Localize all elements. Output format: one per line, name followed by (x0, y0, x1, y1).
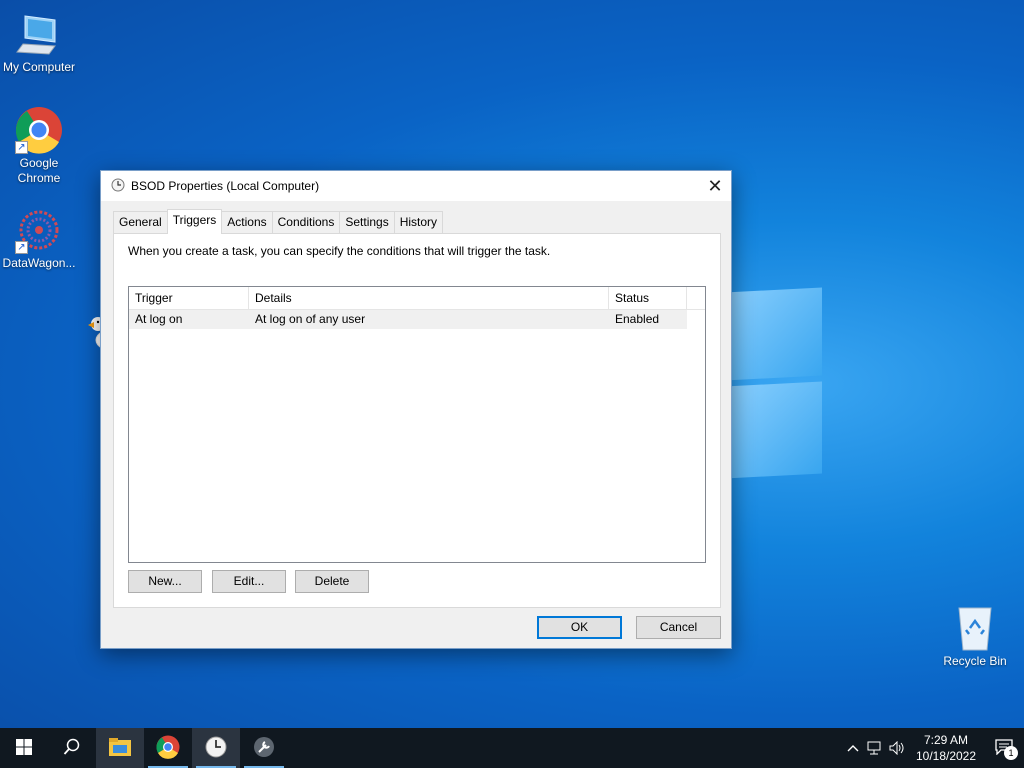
desktop-icon-label: DataWagon... (2, 256, 76, 270)
tab-actions[interactable]: Actions (221, 211, 273, 233)
computer-icon (15, 10, 63, 58)
cell-details: At log on of any user (255, 312, 366, 326)
clock-time: 7:29 AM (923, 733, 969, 747)
desktop-icon-datawagon[interactable]: ↗ DataWagon... (0, 206, 78, 271)
cell-status: Enabled (615, 312, 660, 326)
tab-history[interactable]: History (393, 211, 444, 233)
chevron-up-icon[interactable] (842, 728, 864, 768)
file-explorer-icon (108, 736, 132, 761)
column-header-status[interactable]: Status (609, 287, 687, 309)
delete-button[interactable]: Delete (295, 570, 369, 593)
close-button[interactable]: ✕ (699, 171, 731, 201)
desktop-icon-label: Recycle Bin (943, 654, 1007, 668)
clock-icon (111, 178, 125, 195)
triggers-list[interactable]: Trigger Details Status At log on At log … (128, 286, 706, 563)
list-row[interactable]: At log on At log on of any user Enabled (129, 310, 687, 329)
recycle-bin-icon (951, 604, 999, 652)
window-title: BSOD Properties (Local Computer) (131, 179, 320, 193)
task-properties-window: BSOD Properties (Local Computer) ✕ Gener… (100, 170, 732, 649)
notification-badge: 1 (1004, 746, 1018, 760)
volume-icon[interactable] (886, 728, 908, 768)
taskbar-file-explorer[interactable] (96, 728, 144, 768)
search-icon (63, 738, 81, 759)
tab-general[interactable]: General (113, 211, 168, 233)
triggers-panel: When you create a task, you can specify … (113, 233, 721, 608)
tab-strip: General Triggers Actions Conditions Sett… (113, 209, 444, 234)
task-scheduler-icon (204, 735, 228, 762)
desktop-icon-recycle-bin[interactable]: Recycle Bin (936, 604, 1014, 669)
column-header-trigger[interactable]: Trigger (129, 287, 249, 309)
tools-icon (252, 735, 276, 762)
column-header-details[interactable]: Details (249, 287, 609, 309)
tab-conditions[interactable]: Conditions (271, 211, 341, 233)
ok-button[interactable]: OK (537, 616, 622, 639)
taskbar: 7:29 AM 10/18/2022 1 (0, 728, 1024, 768)
close-icon: ✕ (707, 175, 723, 196)
cell-trigger: At log on (135, 312, 183, 326)
shortcut-arrow-icon: ↗ (15, 141, 28, 154)
chrome-icon: ↗ (15, 106, 63, 154)
chrome-icon (156, 735, 180, 762)
clock-date: 10/18/2022 (915, 749, 977, 763)
taskbar-clock[interactable]: 7:29 AM 10/18/2022 (908, 732, 984, 764)
triggers-description: When you create a task, you can specify … (128, 244, 551, 258)
network-icon[interactable] (864, 728, 886, 768)
desktop-icon-my-computer[interactable]: My Computer (0, 10, 78, 75)
desktop-icon-label: My Computer (2, 60, 76, 74)
tab-settings[interactable]: Settings (339, 211, 395, 233)
notification-center-button[interactable]: 1 (984, 728, 1024, 768)
tab-triggers[interactable]: Triggers (166, 209, 223, 234)
title-bar[interactable]: BSOD Properties (Local Computer) ✕ (101, 171, 731, 201)
system-tray: 7:29 AM 10/18/2022 1 (842, 728, 1024, 768)
list-header: Trigger Details Status (129, 287, 705, 310)
taskbar-chrome[interactable] (144, 728, 192, 768)
new-button[interactable]: New... (128, 570, 202, 593)
desktop-icon-google-chrome[interactable]: ↗ Google Chrome (0, 106, 78, 186)
datawagon-icon: ↗ (15, 206, 63, 254)
shortcut-arrow-icon: ↗ (15, 241, 28, 254)
edit-button[interactable]: Edit... (212, 570, 286, 593)
cancel-button[interactable]: Cancel (636, 616, 721, 639)
windows-start-icon (16, 738, 32, 758)
taskbar-task-scheduler[interactable] (192, 728, 240, 768)
desktop-icon-label: Google Chrome (17, 156, 61, 185)
search-button[interactable] (48, 728, 96, 768)
taskbar-tools[interactable] (240, 728, 288, 768)
start-button[interactable] (0, 728, 48, 768)
